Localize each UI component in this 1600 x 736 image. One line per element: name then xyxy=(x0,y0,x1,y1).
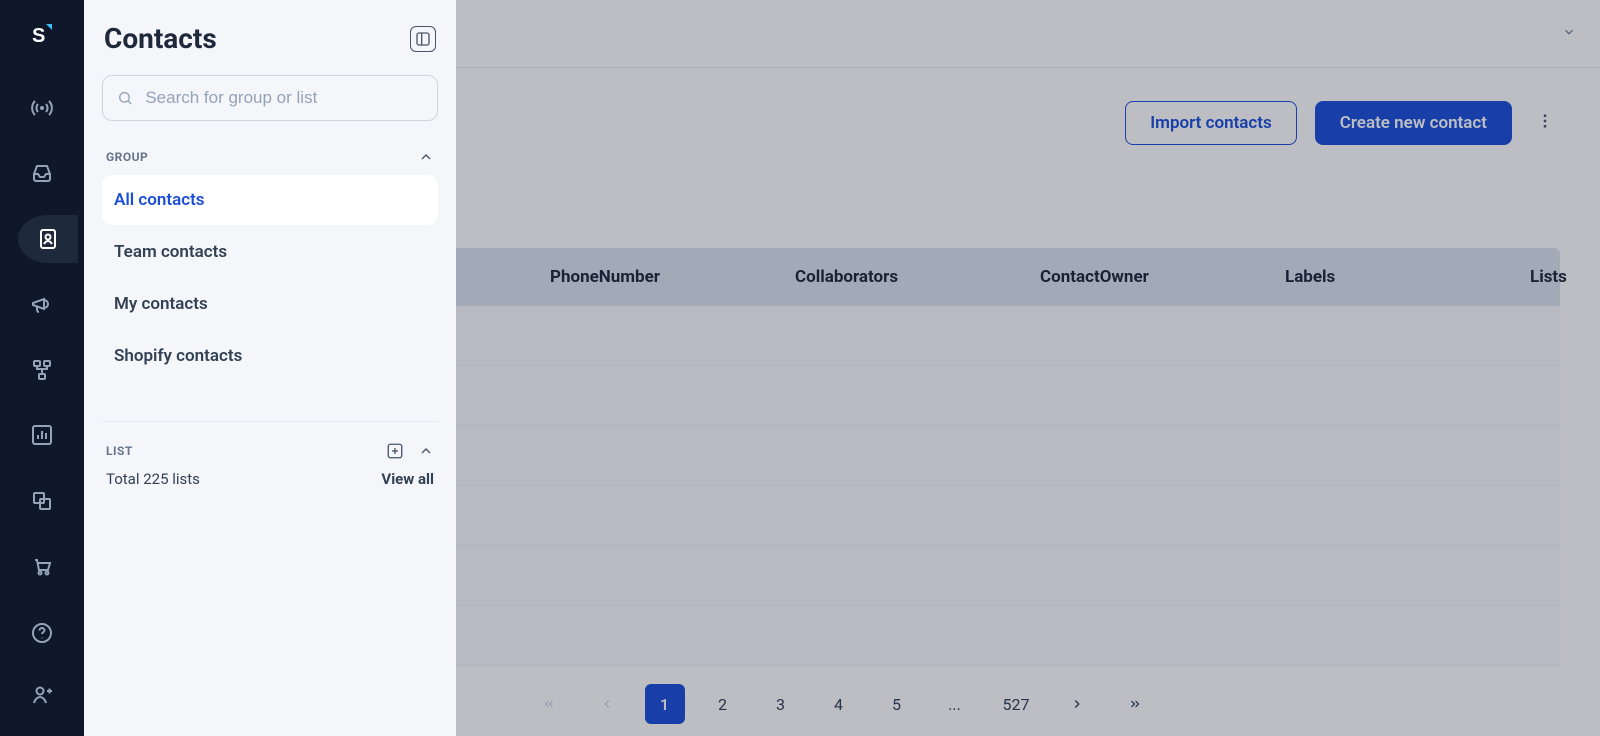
divider xyxy=(102,421,438,422)
group-all-contacts[interactable]: All contacts xyxy=(102,175,438,225)
chevron-up-icon[interactable] xyxy=(418,149,434,165)
list-section-label: LIST xyxy=(106,444,133,458)
megaphone-icon[interactable] xyxy=(17,281,67,329)
group-shopify-contacts[interactable]: Shopify contacts xyxy=(102,331,438,381)
flow-icon[interactable] xyxy=(17,346,67,394)
search-input[interactable] xyxy=(145,88,423,108)
integrations-icon[interactable] xyxy=(17,477,67,525)
inbox-icon[interactable] xyxy=(17,150,67,198)
group-team-contacts[interactable]: Team contacts xyxy=(102,227,438,277)
group-list: All contacts Team contacts My contacts S… xyxy=(102,175,438,381)
add-list-icon[interactable] xyxy=(386,442,404,460)
chevron-up-icon[interactable] xyxy=(418,443,434,459)
panel-title: Contacts xyxy=(104,22,217,55)
lists-total: Total 225 lists xyxy=(106,470,200,488)
nav-rail: S xyxy=(0,0,84,736)
contacts-icon[interactable] xyxy=(18,215,78,263)
help-icon[interactable] xyxy=(17,608,67,658)
analytics-icon[interactable] xyxy=(17,412,67,460)
group-section-label: GROUP xyxy=(106,150,148,164)
contacts-panel: Contacts GROUP All contacts Team contact… xyxy=(84,0,456,736)
cart-icon[interactable] xyxy=(17,543,67,591)
invite-user-icon[interactable] xyxy=(17,670,67,720)
search-group-list[interactable] xyxy=(102,75,438,121)
app-logo: S xyxy=(28,20,56,48)
group-my-contacts[interactable]: My contacts xyxy=(102,279,438,329)
svg-text:S: S xyxy=(32,25,45,47)
broadcast-icon[interactable] xyxy=(17,84,67,132)
collapse-panel-button[interactable] xyxy=(410,26,436,52)
search-icon xyxy=(117,89,133,107)
view-all-lists[interactable]: View all xyxy=(381,470,434,488)
